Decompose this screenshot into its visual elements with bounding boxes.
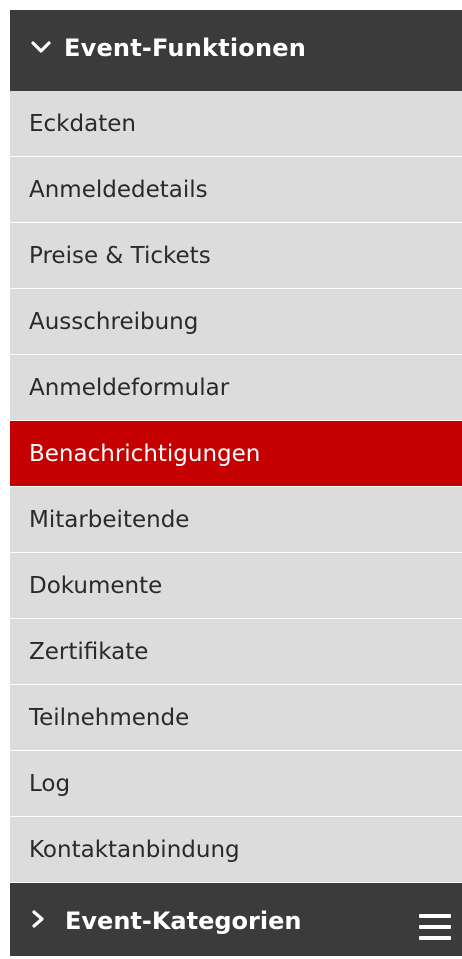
menu-item-dokumente[interactable]: Dokumente (10, 553, 462, 619)
menu-item-anmeldedetails[interactable]: Anmeldedetails (10, 157, 462, 223)
menu-item-log[interactable]: Log (10, 751, 462, 817)
menu-item-teilnehmende[interactable]: Teilnehmende (10, 685, 462, 751)
chevron-right-icon (32, 910, 44, 928)
chevron-down-icon (31, 41, 51, 53)
event-functions-header[interactable]: Event-Funktionen (10, 10, 462, 91)
menu-item-ausschreibung[interactable]: Ausschreibung (10, 289, 462, 355)
hamburger-menu-icon[interactable] (419, 914, 453, 944)
event-sidebar: Event-Funktionen Eckdaten Anmeldedetails… (10, 10, 462, 956)
event-categories-header[interactable]: Event-Kategorien (10, 883, 462, 956)
menu-item-benachrichtigungen[interactable]: Benachrichtigungen (10, 421, 462, 487)
menu-item-preise-tickets[interactable]: Preise & Tickets (10, 223, 462, 289)
menu-item-mitarbeitende[interactable]: Mitarbeitende (10, 487, 462, 553)
menu-item-zertifikate[interactable]: Zertifikate (10, 619, 462, 685)
menu-item-kontaktanbindung[interactable]: Kontaktanbindung (10, 817, 462, 883)
menu-item-anmeldeformular[interactable]: Anmeldeformular (10, 355, 462, 421)
event-functions-menu: Eckdaten Anmeldedetails Preise & Tickets… (10, 91, 462, 883)
event-functions-title: Event-Funktionen (64, 34, 307, 62)
event-categories-title: Event-Kategorien (65, 907, 302, 935)
menu-item-eckdaten[interactable]: Eckdaten (10, 91, 462, 157)
